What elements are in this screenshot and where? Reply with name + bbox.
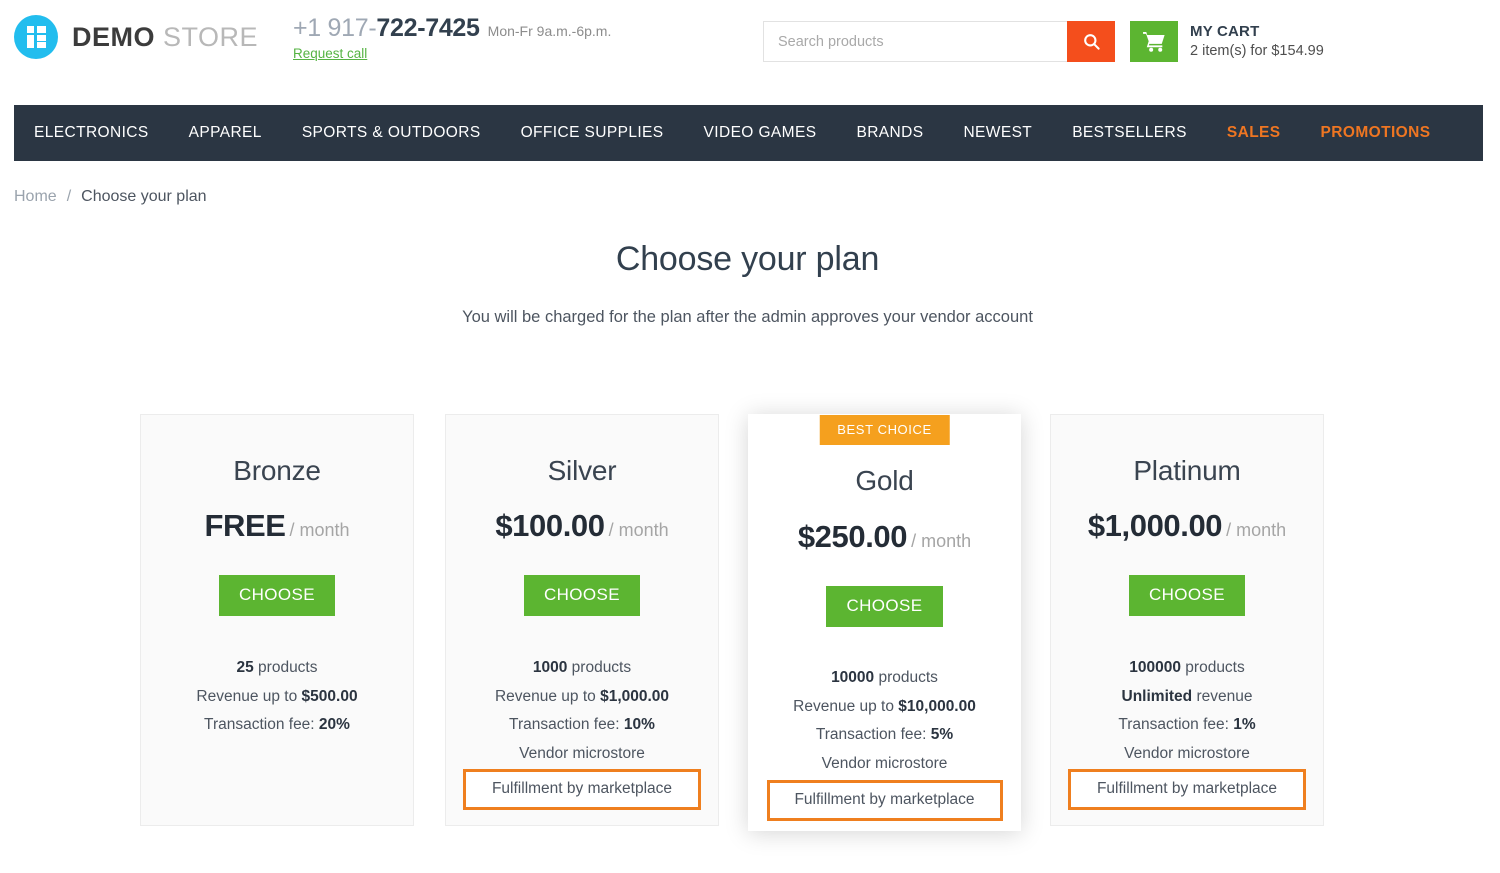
plan-feature: Revenue up to $10,000.00 xyxy=(793,697,976,715)
plan-feature-highlighted: Fulfillment by marketplace xyxy=(1068,769,1306,810)
plan-price-period: / month xyxy=(911,531,972,551)
plan-price-amount: $250.00 xyxy=(797,519,908,554)
plan-card-silver: Silver $100.00/ month CHOOSE 1000 products R… xyxy=(445,414,719,826)
plan-feature: Revenue up to $500.00 xyxy=(196,687,358,705)
plan-card-bronze: Bronze FREE / month CHOOSE 25 products Revenu… xyxy=(140,414,414,826)
plan-features: 1000 products Revenue up to $1,000.00 Tran… xyxy=(446,654,718,810)
plan-features: 100000 products Unlimited revenue Transact… xyxy=(1051,654,1323,810)
plan-feature: Transaction fee: 20% xyxy=(204,716,350,733)
plan-price-period: / month xyxy=(289,520,350,540)
plan-feature: 10000 products xyxy=(831,669,938,686)
choose-plan-button[interactable]: CHOOSE xyxy=(523,575,641,616)
plan-feature-highlighted: Fulfillment by marketplace xyxy=(766,780,1003,821)
plan-name: Gold xyxy=(855,465,914,496)
plan-price: $100.00/ month xyxy=(446,508,718,544)
plan-feature: 100000 products xyxy=(1129,659,1245,676)
plan-feature: Vendor microstore xyxy=(1124,744,1250,762)
plan-feature: Unlimited revenue xyxy=(1121,687,1253,705)
plan-name: Silver xyxy=(547,455,617,486)
plan-feature: Vendor microstore xyxy=(821,754,948,772)
plan-name: Bronze xyxy=(233,455,321,486)
plan-feature: Transaction fee: 1% xyxy=(1118,716,1256,733)
plan-feature-highlighted: Fulfillment by marketplace xyxy=(463,769,701,810)
plan-price-amount: $100.00 xyxy=(495,508,605,543)
plan-price-amount: $1,000.00 xyxy=(1087,508,1223,543)
plan-feature: Transaction fee: 10% xyxy=(509,716,655,733)
plan-feature: 1000 products xyxy=(532,659,632,676)
plan-features: 25 products Revenue up to $500.00 Transact… xyxy=(141,654,413,740)
plan-features: 10000 products Revenue up to $10,000.00 Tr… xyxy=(748,664,1021,821)
plan-feature: Revenue up to $1,000.00 xyxy=(494,687,670,705)
plan-price: $1,000.00/ month xyxy=(1051,508,1323,544)
plan-price-period: / month xyxy=(1226,520,1287,540)
best-choice-badge: BEST CHOICE xyxy=(819,415,950,445)
plan-feature: Vendor microstore xyxy=(519,744,645,762)
plan-name: Platinum xyxy=(1133,455,1241,486)
plan-card-gold: BEST CHOICE Gold $250.00/ month CHOOSE 10000… xyxy=(748,414,1021,831)
plan-price: FREE / month xyxy=(141,508,413,544)
choose-plan-button[interactable]: CHOOSE xyxy=(1128,575,1246,616)
plan-feature: Transaction fee: 5% xyxy=(815,726,954,743)
plan-feature: 25 products xyxy=(236,659,318,676)
plan-price-period: / month xyxy=(608,520,669,540)
plan-price-amount: FREE xyxy=(204,508,286,543)
choose-plan-button[interactable]: CHOOSE xyxy=(826,586,943,627)
plan-card-platinum: Platinum $1,000.00/ month CHOOSE 100000 pro… xyxy=(1050,414,1324,826)
plan-list: Bronze FREE / month CHOOSE 25 products Revenu… xyxy=(0,0,1500,873)
choose-plan-button[interactable]: CHOOSE xyxy=(218,575,336,616)
plan-price: $250.00/ month xyxy=(748,519,1021,555)
